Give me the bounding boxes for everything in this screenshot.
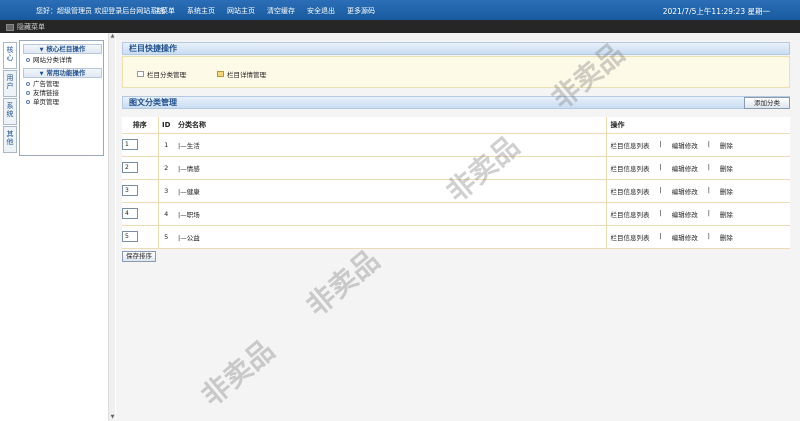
menu-group-core[interactable]: ▼ 核心栏目操作 [23, 44, 102, 54]
nav-system-home[interactable]: 系统主页 [187, 6, 215, 16]
menu-group-title: 常用功能操作 [46, 69, 86, 77]
sidebar-item-label: 单页管理 [33, 98, 59, 106]
document-icon [137, 71, 144, 77]
quick-actions-panel: 栏目分类管理 栏目详情管理 [122, 56, 790, 88]
clock: 2021/7/5上午11:29:23 星期一 [662, 7, 770, 16]
row-name: |—职场 [174, 202, 606, 226]
row-id: 5 [158, 225, 174, 249]
bullet-icon [26, 91, 30, 95]
bullet-icon [26, 82, 30, 86]
edit-link[interactable]: 编辑修改 [672, 140, 698, 150]
nav-site-home[interactable]: 网站主页 [227, 6, 255, 16]
col-op: 操作 [605, 117, 790, 134]
list-info-link[interactable]: 栏目信息列表 [611, 163, 650, 173]
sort-input[interactable]: 5 [122, 231, 138, 242]
row-id: 3 [158, 179, 174, 203]
table-header-row: 排序 ID 分类名称 操作 [122, 117, 790, 134]
add-category-button[interactable]: 添加分类 [744, 97, 790, 109]
table-row: 3 3 |—健康 栏目信息列表 | 编辑修改 | 删除 [122, 179, 790, 203]
left-rail: 核心 用户 系统 其他 [3, 42, 17, 154]
welcome-text: 您好：超级管理员 欢迎登录后台网站系统 [36, 7, 165, 15]
nav-clear-cache[interactable]: 清空缓存 [267, 6, 295, 16]
category-table: 排序 ID 分类名称 操作 1 1 |—生活 栏目信息列表 | 编辑修改 | 删除 … [122, 117, 790, 249]
quick-link-category-manage[interactable]: 栏目分类管理 [137, 69, 186, 79]
bullet-icon [26, 58, 30, 62]
row-name: |—生活 [174, 133, 606, 157]
edit-link[interactable]: 编辑修改 [672, 232, 698, 242]
col-id: ID [158, 117, 174, 134]
nav-logout[interactable]: 安全退出 [307, 6, 335, 16]
row-name: |—公益 [174, 225, 606, 249]
list-info-link[interactable]: 栏目信息列表 [611, 232, 650, 242]
rail-tab-other[interactable]: 其他 [3, 126, 17, 153]
table-row: 5 5 |—公益 栏目信息列表 | 编辑修改 | 删除 [122, 225, 790, 249]
delete-link[interactable]: 删除 [720, 209, 733, 219]
col-sort: 排序 [122, 117, 159, 134]
bullet-icon [26, 100, 30, 104]
row-id: 2 [158, 156, 174, 180]
collapse-arrow-icon: ▼ [39, 47, 44, 53]
sidebar-scrollbar[interactable]: ▲ ▼ [108, 33, 115, 421]
sort-input[interactable]: 4 [122, 208, 138, 219]
menu-group-common[interactable]: ▼ 常用功能操作 [23, 68, 102, 78]
sort-input[interactable]: 1 [122, 139, 138, 150]
sidebar-item-links[interactable]: 友情链接 [26, 89, 103, 98]
list-info-link[interactable]: 栏目信息列表 [611, 140, 650, 150]
sidebar-item-ads[interactable]: 广告管理 [26, 80, 103, 89]
list-info-link[interactable]: 栏目信息列表 [611, 186, 650, 196]
scroll-up-icon[interactable]: ▲ [109, 33, 116, 40]
row-id: 1 [158, 133, 174, 157]
sidebar-menu: ▼ 核心栏目操作 网站分类详情 ▼ 常用功能操作 广告管理 友情链接 单页管理 [19, 40, 104, 156]
main-content: 栏目快捷操作 栏目分类管理 栏目详情管理 图文分类管理 添加分类 排序 ID 分… [116, 33, 800, 421]
category-manage-title: 图文分类管理 [122, 96, 790, 109]
scroll-down-icon[interactable]: ▼ [109, 414, 116, 421]
edit-link[interactable]: 编辑修改 [672, 163, 698, 173]
sidebar-item-label: 广告管理 [33, 80, 59, 88]
sort-input[interactable]: 2 [122, 162, 138, 173]
row-name: |—健康 [174, 179, 606, 203]
quick-link-label: 栏目详情管理 [227, 71, 266, 79]
delete-link[interactable]: 删除 [720, 163, 733, 173]
row-name: |—情感 [174, 156, 606, 180]
sidebar-item-site-category[interactable]: 网站分类详情 [26, 56, 103, 65]
quick-link-detail-manage[interactable]: 栏目详情管理 [217, 69, 266, 79]
table-row: 1 1 |—生活 栏目信息列表 | 编辑修改 | 删除 [122, 133, 790, 157]
rail-tab-core[interactable]: 核心 [3, 42, 17, 69]
sidebar-item-pages[interactable]: 单页管理 [26, 98, 103, 107]
edit-icon [217, 71, 224, 77]
hide-menu-bar: 隐藏菜单 [0, 20, 800, 33]
edit-link[interactable]: 编辑修改 [672, 186, 698, 196]
col-name: 分类名称 [174, 117, 606, 134]
save-sort-button[interactable]: 保存排序 [122, 251, 156, 262]
menu-group-title: 核心栏目操作 [46, 45, 86, 53]
nav-more-source[interactable]: 更多源码 [347, 6, 375, 16]
table-row: 2 2 |—情感 栏目信息列表 | 编辑修改 | 删除 [122, 156, 790, 180]
row-id: 4 [158, 202, 174, 226]
hide-menu-toggle[interactable]: 隐藏菜单 [6, 22, 45, 32]
menu-toggle-icon [6, 23, 14, 31]
sort-input[interactable]: 3 [122, 185, 138, 196]
rail-tab-user[interactable]: 用户 [3, 70, 17, 97]
rail-tab-system[interactable]: 系统 [3, 98, 17, 125]
sidebar-item-label: 网站分类详情 [33, 56, 72, 64]
delete-link[interactable]: 删除 [720, 232, 733, 242]
edit-link[interactable]: 编辑修改 [672, 209, 698, 219]
delete-link[interactable]: 删除 [720, 186, 733, 196]
sidebar-item-label: 友情链接 [33, 89, 59, 97]
top-nav: 主菜单 系统主页 网站主页 清空缓存 安全退出 更多源码 [154, 6, 375, 16]
delete-link[interactable]: 删除 [720, 140, 733, 150]
top-bar: 您好：超级管理员 欢迎登录后台网站系统 主菜单 系统主页 网站主页 清空缓存 安… [0, 0, 800, 20]
list-info-link[interactable]: 栏目信息列表 [611, 209, 650, 219]
collapse-arrow-icon: ▼ [39, 71, 44, 77]
table-row: 4 4 |—职场 栏目信息列表 | 编辑修改 | 删除 [122, 202, 790, 226]
hide-menu-label: 隐藏菜单 [17, 23, 45, 31]
quick-link-label: 栏目分类管理 [147, 71, 186, 79]
nav-main-menu[interactable]: 主菜单 [154, 6, 175, 16]
quick-actions-title: 栏目快捷操作 [122, 42, 790, 55]
